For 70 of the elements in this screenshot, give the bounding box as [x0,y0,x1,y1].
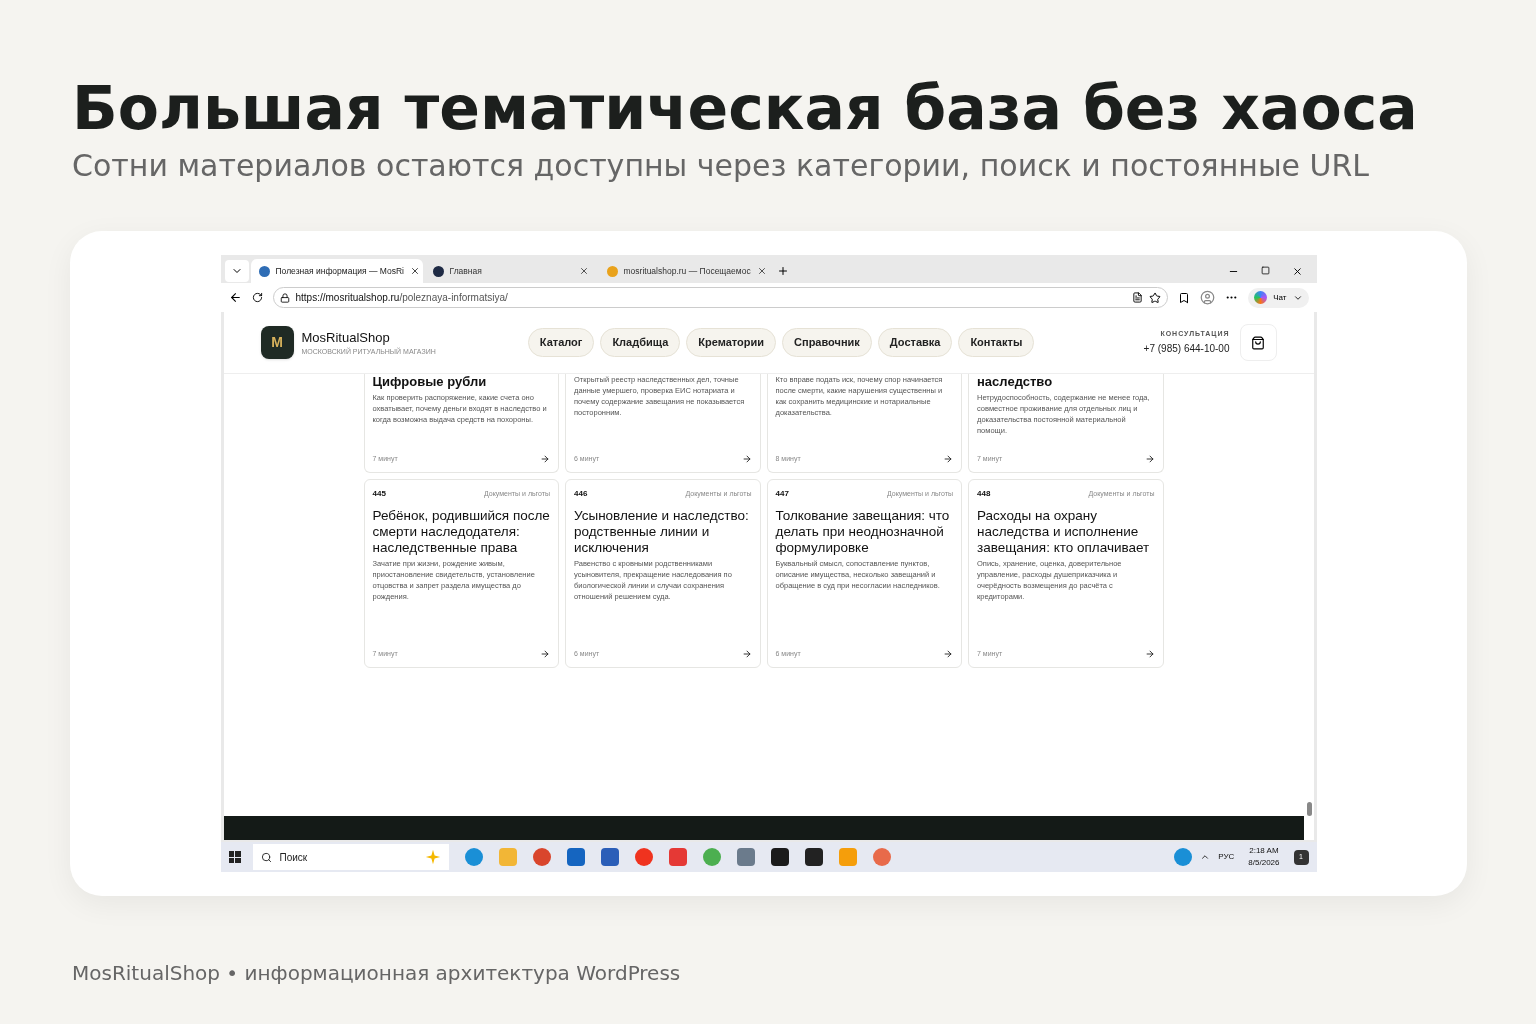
chevron-icon[interactable] [1200,852,1211,862]
article-title: Цифровые рубли [372,374,488,390]
nav-link[interactable]: Кладбища [600,328,681,357]
arrow-icon[interactable] [1144,648,1155,659]
search-icon [260,851,272,863]
nav-link[interactable]: Доставка [877,328,953,357]
start-icon[interactable] [228,851,241,863]
article-title: Расходы на охрану наследства и исполнение завещания: кто оплачивает [977,508,1151,556]
nav-link[interactable]: Справочник [782,328,872,357]
new-tab-icon[interactable] [776,265,789,277]
reload-icon[interactable] [251,292,263,303]
article-card[interactable] [565,479,761,668]
arrow-icon[interactable] [540,648,550,659]
article-card[interactable] [363,479,559,668]
slide-title: Большая тематическая база без хаоса [72,72,1418,145]
scrollbar[interactable] [1306,802,1312,816]
copilot-icon [1254,291,1268,304]
slide-footer: MosRitualShop • информационная архитектура WordPress [72,958,1464,988]
nav-link[interactable]: Каталог [527,328,595,357]
close-icon[interactable] [578,266,589,276]
close-icon[interactable] [756,266,767,276]
site-name[interactable]: MosRitualShop [301,327,436,347]
url-text: https://mosritualshop.ru/poleznaya-informatsiya/ [295,291,508,305]
close-icon[interactable] [409,266,420,276]
tab-title: mosritualshop.ru — Посещаемос [623,264,751,278]
slide-subtitle: Сотни материалов остаются доступны через категории, поиск и постоянные URL [72,148,1371,184]
arrow-icon[interactable] [540,453,550,464]
browser-tab[interactable]: Полезная информация — MosRi [250,259,423,283]
article-number: 447 [775,488,789,500]
article-title: Ребёнок, родившийся после смерти наследодателя: наследственные права [372,508,550,556]
arrow-icon[interactable] [943,648,953,659]
tab-menu-button[interactable] [224,260,249,282]
article-card[interactable] [766,479,962,668]
reader-icon[interactable] [1132,292,1144,303]
browser-tab[interactable]: Главная [424,259,597,283]
clock-date[interactable]: 8/5/2026 [1248,857,1280,869]
arrow-icon[interactable] [943,453,953,464]
article-number: 445 [372,488,386,500]
back-icon[interactable] [228,291,242,304]
arrow-icon[interactable] [741,648,752,659]
search-field[interactable]: Поиск [252,844,449,870]
article-card[interactable] [968,479,1164,668]
arrow-icon[interactable] [741,453,752,464]
favicon-icon [258,265,270,277]
close-icon[interactable] [1291,266,1303,277]
profile-icon[interactable] [1200,290,1216,305]
article-title: Усыновление и наследство: родственные линии и исключения [574,508,750,556]
clock-time[interactable]: 2:18 AM [1249,845,1279,857]
lock-icon [279,292,290,303]
nav-link[interactable]: Крематории [686,328,777,357]
chat-button[interactable]: Чат [1248,287,1309,308]
favicon-icon [606,265,618,277]
arrow-icon[interactable] [1144,453,1155,464]
article-number: 446 [574,488,588,500]
tab-title: Полезная информация — MosRi [275,264,404,278]
article-title: наследство [977,374,1054,390]
article-title: Толкование завещания: что делать при неоднозначной формулировке [775,508,951,556]
browser-tab[interactable]: mosritualshop.ru — Посещаемос [598,259,771,283]
restore-icon[interactable] [1260,266,1270,275]
logo-badge[interactable]: M [260,326,294,359]
phone-number[interactable]: +7 (985) 644-10-00 [1143,341,1230,357]
favicon-icon [432,265,444,277]
cart-button[interactable] [1239,324,1277,361]
article-number: 448 [977,488,991,500]
favorites-icon[interactable] [1178,291,1191,304]
nav-link[interactable]: Контакты [958,328,1035,357]
star-icon[interactable] [1149,291,1162,304]
language-indicator[interactable]: РУС [1218,851,1235,863]
tab-title: Главная [449,264,483,278]
bag-icon [1251,335,1265,350]
